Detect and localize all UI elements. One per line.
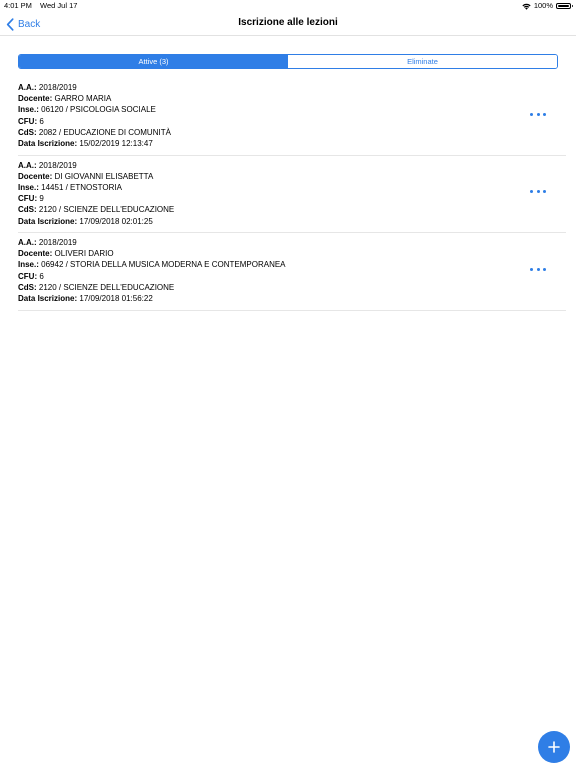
credits: CFU: 6 [18,116,566,127]
course-label: Inse.: [18,260,39,270]
academic-year-label: A.A.: [18,83,37,92]
enrollment-date: Data Iscrizione: 17/09/2018 02:01:25 [18,216,566,227]
credits-value: 9 [39,194,44,204]
list-item: A.A.: 2018/2019 Docente: OLIVERI DARIO I… [18,233,566,311]
teacher-value: OLIVERI DARIO [54,249,114,259]
credits-label: CFU: [18,271,38,281]
teacher: Docente: DI GIOVANNI ELISABETTA [18,171,566,182]
course: Inse.: 14451 / ETNOSTORIA [18,182,566,193]
enrollment-date-value: 17/09/2018 01:56:22 [79,294,153,304]
segmented-control: Attive (3) Eliminate [18,54,558,69]
academic-year-value: 2018/2019 [38,160,77,170]
academic-year-value: 2018/2019 [38,238,77,247]
credits-label: CFU: [18,194,38,204]
more-dots-icon [530,190,533,193]
degree-program-label: CdS: [18,205,37,215]
degree-program-label: CdS: [18,282,37,292]
enrollment-date: Data Iscrizione: 17/09/2018 01:56:22 [18,293,566,304]
academic-year: A.A.: 2018/2019 [18,82,566,93]
enrollment-list: A.A.: 2018/2019 Docente: GARRO MARIA Ins… [18,78,566,311]
credits: CFU: 9 [18,193,566,204]
more-options-button[interactable] [530,265,546,273]
segment-eliminate[interactable]: Eliminate [288,55,557,68]
more-dots-icon [530,267,533,271]
degree-program-value: 2120 / SCIENZE DELL'EDUCAZIONE [38,205,175,215]
credits-label: CFU: [18,116,38,126]
battery-percent: 100% [533,1,553,10]
course-value: 06120 / PSICOLOGIA SOCIALE [41,105,156,115]
teacher-label: Docente: [18,171,53,181]
academic-year: A.A.: 2018/2019 [18,237,566,248]
teacher-value: GARRO MARIA [54,94,112,104]
status-left: 4:01 PM Wed Jul 17 [4,0,83,12]
add-button[interactable] [538,731,570,763]
teacher-label: Docente: [18,249,53,259]
teacher-value: DI GIOVANNI ELISABETTA [54,171,154,181]
more-options-button[interactable] [530,110,546,118]
status-time: 4:01 PM [4,1,32,10]
enrollment-date-value: 17/09/2018 02:01:25 [79,216,153,226]
plus-icon [548,741,560,753]
degree-program: CdS: 2082 / EDUCAZIONE DI COMUNITÀ [18,127,566,138]
more-dots-icon [530,112,533,116]
wifi-icon [522,3,531,10]
degree-program-value: 2120 / SCIENZE DELL'EDUCAZIONE [38,282,175,292]
enrollment-date-label: Data Iscrizione: [18,139,78,149]
course-label: Inse.: [18,182,39,192]
degree-program-label: CdS: [18,127,37,137]
status-bar: 4:01 PM Wed Jul 17 100% [0,0,576,12]
academic-year: A.A.: 2018/2019 [18,160,566,171]
academic-year-label: A.A.: [18,160,37,170]
course-value: 14451 / ETNOSTORIA [41,182,122,192]
navigation-bar: Back Iscrizione alle lezioni [0,12,576,36]
teacher-label: Docente: [18,94,53,104]
battery-icon [556,3,573,9]
course-value: 06942 / STORIA DELLA MUSICA MODERNA E CO… [41,260,286,270]
status-right: 100% [522,0,573,12]
course: Inse.: 06942 / STORIA DELLA MUSICA MODER… [18,259,566,270]
list-item: A.A.: 2018/2019 Docente: GARRO MARIA Ins… [18,78,566,156]
academic-year-label: A.A.: [18,238,37,247]
academic-year-value: 2018/2019 [38,83,77,92]
enrollment-date-label: Data Iscrizione: [18,216,78,226]
degree-program: CdS: 2120 / SCIENZE DELL'EDUCAZIONE [18,282,566,293]
enrollment-date-value: 15/02/2019 12:13:47 [79,139,153,149]
course-label: Inse.: [18,105,39,115]
page-title: Iscrizione alle lezioni [238,17,338,28]
teacher: Docente: OLIVERI DARIO [18,248,566,259]
enrollment-date-label: Data Iscrizione: [18,294,78,304]
course: Inse.: 06120 / PSICOLOGIA SOCIALE [18,104,566,115]
degree-program: CdS: 2120 / SCIENZE DELL'EDUCAZIONE [18,204,566,215]
degree-program-value: 2082 / EDUCAZIONE DI COMUNITÀ [38,127,171,137]
teacher: Docente: GARRO MARIA [18,93,566,104]
credits-value: 6 [39,271,44,281]
status-date: Wed Jul 17 [40,1,78,10]
more-options-button[interactable] [530,188,546,196]
enrollment-date: Data Iscrizione: 15/02/2019 12:13:47 [18,138,566,149]
credits: CFU: 6 [18,271,566,282]
segment-attive[interactable]: Attive (3) [19,55,288,68]
list-item: A.A.: 2018/2019 Docente: DI GIOVANNI ELI… [18,156,566,233]
credits-value: 6 [39,116,44,126]
